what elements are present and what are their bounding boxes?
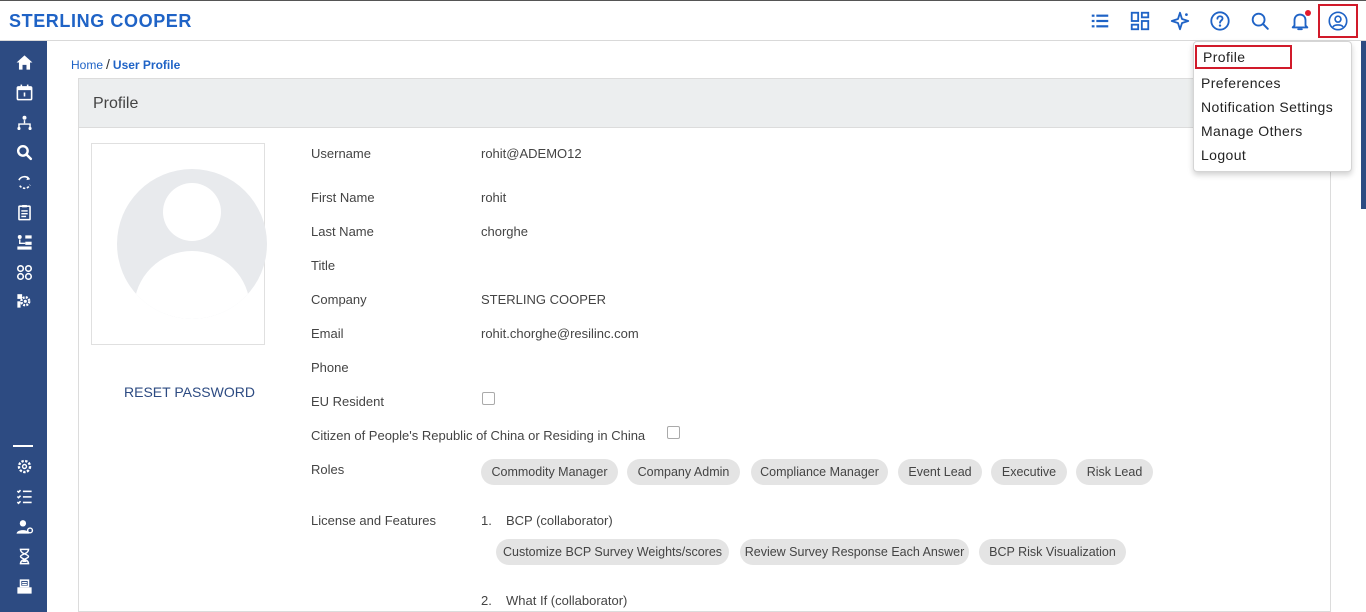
dashboard-icon[interactable] xyxy=(1127,8,1153,34)
phone-label: Phone xyxy=(311,360,349,375)
license-number: 1. xyxy=(481,513,492,528)
email-label: Email xyxy=(311,326,344,341)
breadcrumb: Home / User Profile xyxy=(71,56,180,72)
menu-item-manage-others[interactable]: Manage Others xyxy=(1201,123,1303,139)
last-name-label: Last Name xyxy=(311,224,374,239)
help-icon[interactable] xyxy=(1207,8,1233,34)
avatar-placeholder-icon xyxy=(117,169,267,319)
eu-resident-label: EU Resident xyxy=(311,394,384,409)
feature-chip: Customize BCP Survey Weights/scores xyxy=(496,539,729,565)
username-value: rohit@ADEMO12 xyxy=(481,146,582,161)
breadcrumb-separator: / xyxy=(106,56,110,72)
list-icon[interactable] xyxy=(1087,8,1113,34)
checklist-icon[interactable] xyxy=(13,485,35,507)
menu-item-preferences[interactable]: Preferences xyxy=(1201,75,1281,91)
avatar xyxy=(91,143,267,345)
license-name: BCP (collaborator) xyxy=(506,513,613,528)
roles-label: Roles xyxy=(311,462,345,477)
license-name: What If (collaborator) xyxy=(506,593,628,608)
org-chart-icon[interactable] xyxy=(13,231,35,253)
role-chip: Company Admin xyxy=(627,459,740,485)
reset-password-link[interactable]: RESET PASSWORD xyxy=(124,384,255,400)
license-label: License and Features xyxy=(311,513,437,528)
role-chip: Risk Lead xyxy=(1076,459,1153,485)
eu-resident-checkbox[interactable] xyxy=(482,392,495,405)
china-citizen-checkbox[interactable] xyxy=(667,426,680,439)
role-chip: Compliance Manager xyxy=(751,459,888,485)
apps-icon[interactable] xyxy=(13,261,35,283)
bell-icon[interactable] xyxy=(1287,8,1313,34)
notification-dot xyxy=(1305,10,1311,16)
china-citizen-label: Citizen of People's Republic of China or… xyxy=(311,428,646,443)
company-label: Company xyxy=(311,292,367,307)
search-doc-icon[interactable] xyxy=(13,141,35,163)
feature-chip: BCP Risk Visualization xyxy=(979,539,1126,565)
feature-chip: Review Survey Response Each Answer xyxy=(740,539,969,565)
hourglass-icon[interactable] xyxy=(13,545,35,567)
username-label: Username xyxy=(311,146,371,161)
first-name-value: rohit xyxy=(481,190,507,205)
sidebar xyxy=(0,41,47,612)
role-chip: Executive xyxy=(991,459,1067,485)
company-value: STERLING COOPER xyxy=(481,292,606,307)
user-settings-icon[interactable] xyxy=(13,515,35,537)
last-name-value: chorghe xyxy=(481,224,528,239)
scrollbar[interactable] xyxy=(1361,41,1366,209)
breadcrumb-home[interactable]: Home xyxy=(71,58,103,72)
user-icon xyxy=(1328,11,1348,31)
calendar-icon[interactable] xyxy=(13,81,35,103)
profile-card: Profile RESET PASSWORD Username rohit@AD… xyxy=(78,78,1331,612)
gear-stack-icon[interactable] xyxy=(13,289,35,311)
sync-icon[interactable] xyxy=(13,171,35,193)
first-name-label: First Name xyxy=(311,190,375,205)
menu-item-notification-settings[interactable]: Notification Settings xyxy=(1201,99,1333,115)
top-bar: STERLING COOPER xyxy=(0,0,1366,41)
sparkle-icon[interactable] xyxy=(1167,8,1193,34)
role-chip: Commodity Manager xyxy=(481,459,618,485)
user-menu-button[interactable] xyxy=(1318,4,1358,38)
home-icon[interactable] xyxy=(13,51,35,73)
brand-logo: STERLING COOPER xyxy=(9,11,193,31)
network-icon[interactable] xyxy=(13,111,35,133)
license-number: 2. xyxy=(481,593,492,608)
breadcrumb-current: User Profile xyxy=(112,58,181,72)
menu-item-logout[interactable]: Logout xyxy=(1201,147,1246,163)
clipboard-icon[interactable] xyxy=(13,201,35,223)
card-title: Profile xyxy=(79,79,1330,128)
user-dropdown-menu: Profile Preferences Notification Setting… xyxy=(1193,41,1352,172)
email-value: rohit.chorghe@resilinc.com xyxy=(481,326,639,341)
settings-icon[interactable] xyxy=(13,455,35,477)
sidebar-divider xyxy=(13,445,33,447)
role-chip: Event Lead xyxy=(898,459,982,485)
search-icon[interactable] xyxy=(1247,8,1273,34)
title-label: Title xyxy=(311,258,336,273)
menu-item-profile[interactable]: Profile xyxy=(1195,45,1293,69)
archive-icon[interactable] xyxy=(13,575,35,597)
